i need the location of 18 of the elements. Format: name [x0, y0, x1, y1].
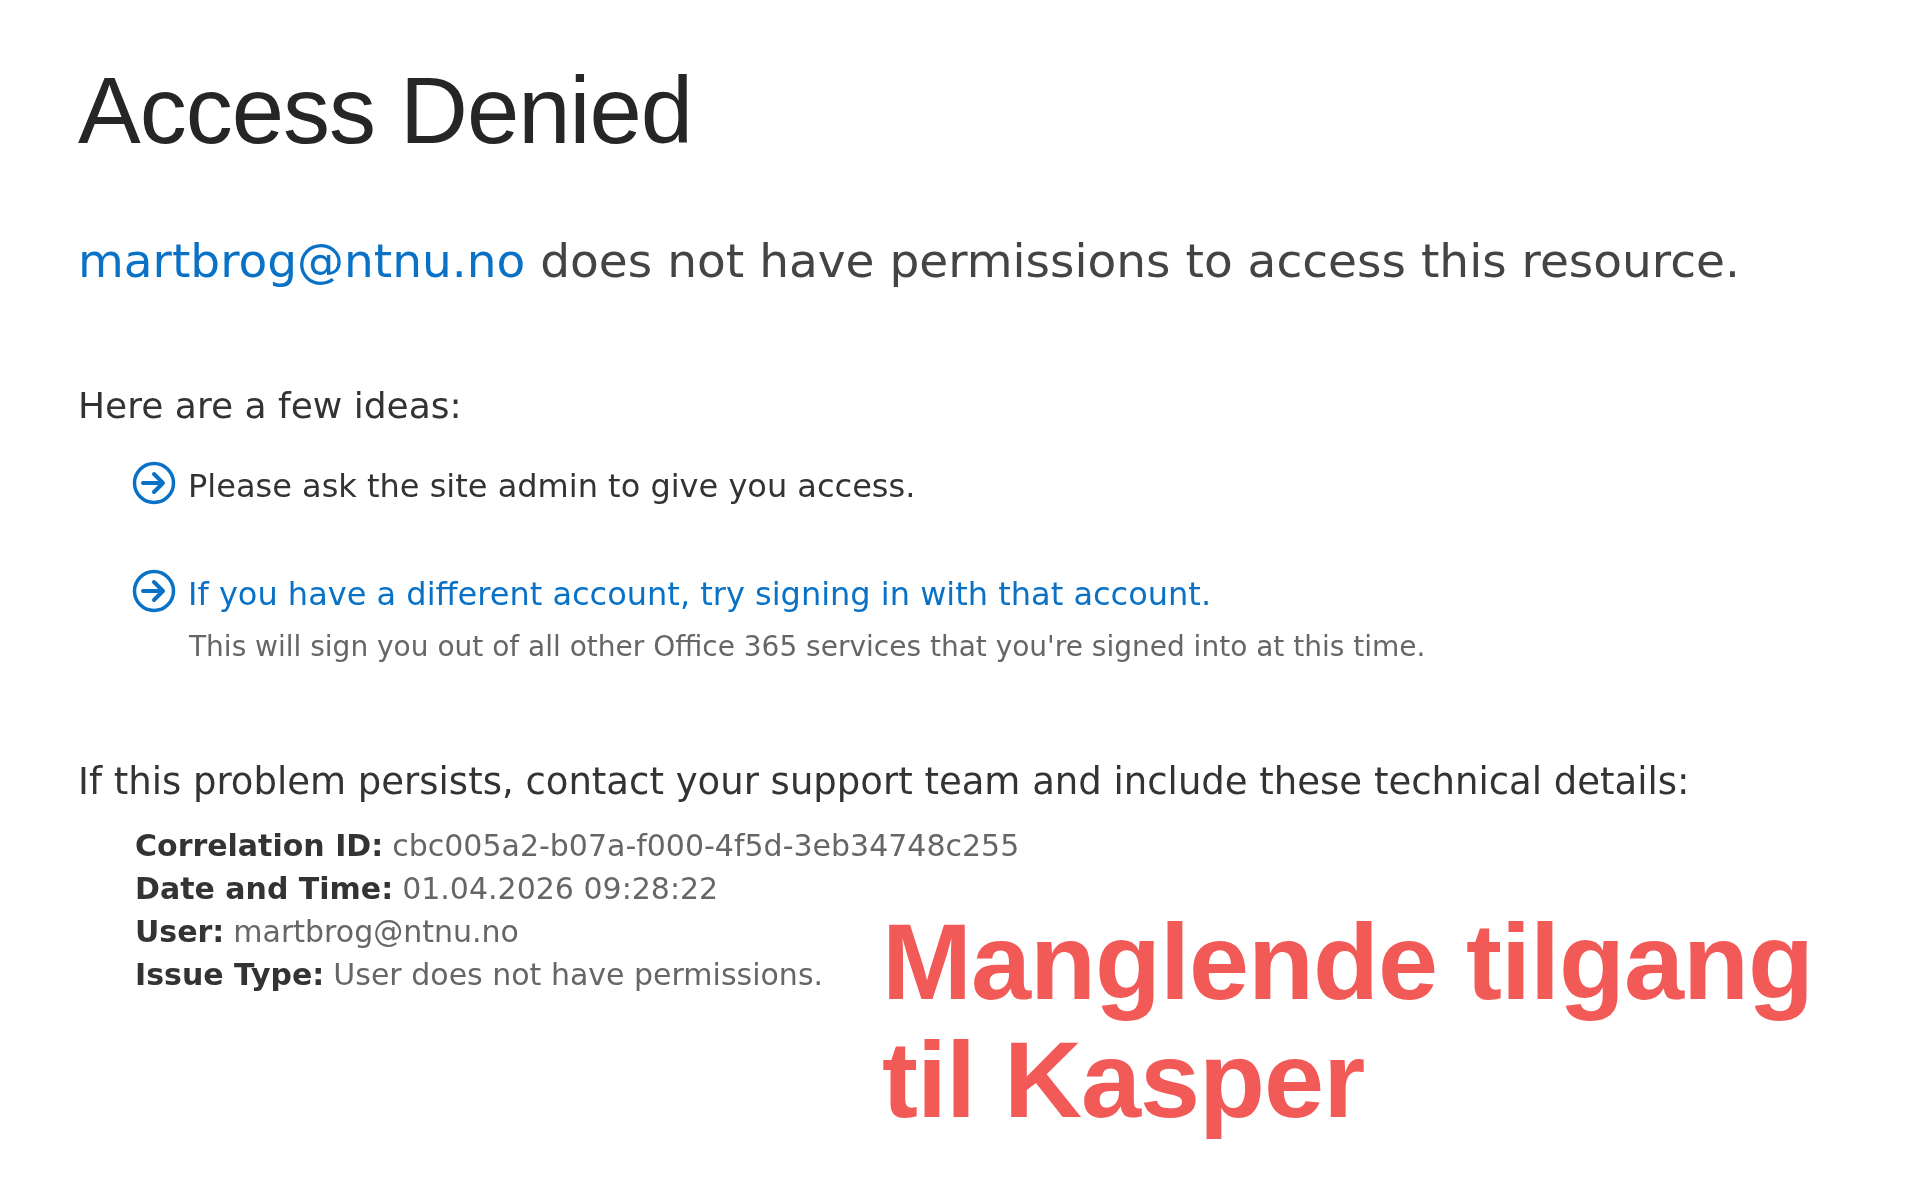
ideas-heading: Here are a few ideas:	[78, 385, 462, 427]
arrow-circle-icon	[132, 461, 176, 505]
detail-label: Correlation ID:	[135, 827, 384, 865]
details-heading: If this problem persists, contact your support team and include these technical details:	[78, 760, 1690, 804]
detail-value: User does not have permissions.	[333, 956, 824, 994]
idea-text: Please ask the site admin to give you access.	[188, 466, 916, 507]
idea-note: This will sign you out of all other Office 365 services that you're signed into at this time.	[189, 630, 1426, 664]
arrow-circle-icon	[132, 569, 176, 613]
detail-value: martbrog@ntnu.no	[233, 913, 519, 951]
detail-label: Issue Type:	[135, 956, 325, 994]
detail-label: Date and Time:	[135, 870, 394, 908]
detail-label: User:	[135, 913, 225, 951]
permission-message: martbrog@ntnu.no does not have permissions to access this resource.	[78, 233, 1740, 289]
sign-in-link[interactable]: If you have a different account, try signing in with that account.	[188, 572, 1212, 616]
detail-value: 01.04.2026 09:28:22	[402, 870, 719, 908]
page-title: Access Denied	[78, 57, 692, 165]
annotation-text: Manglende tilgang til Kasper	[882, 903, 1814, 1139]
detail-value: cbc005a2-b07a-f000-4f5d-3eb34748c255	[392, 827, 1020, 865]
